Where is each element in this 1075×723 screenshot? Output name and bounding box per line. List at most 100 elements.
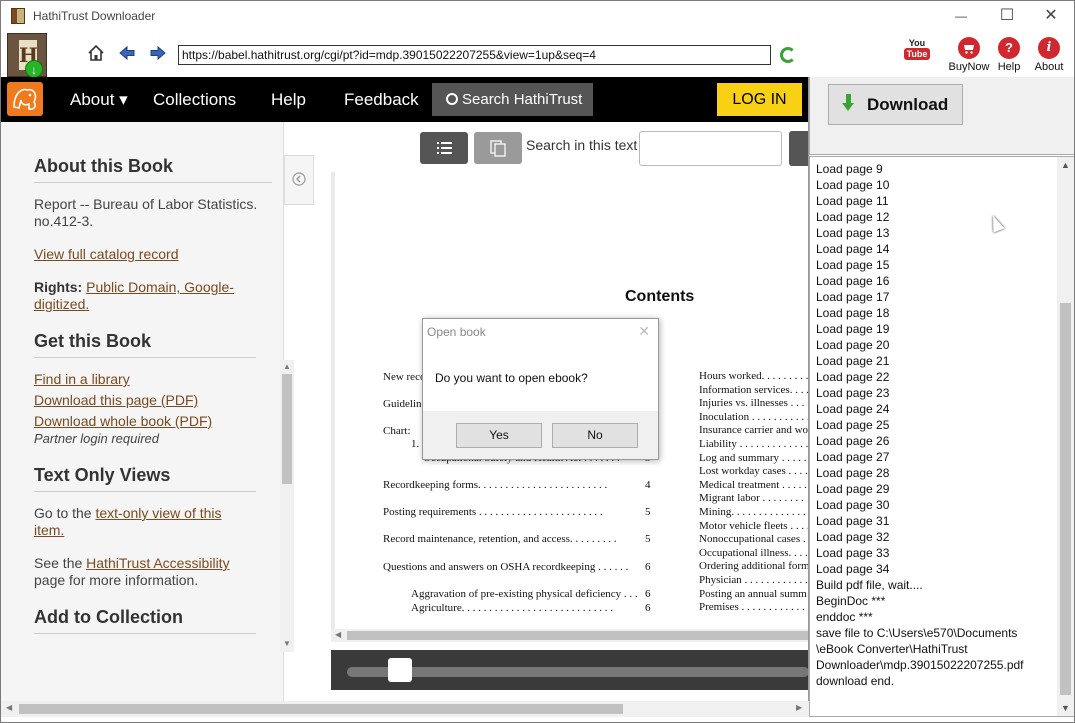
- youtube-label-top: You: [908, 38, 926, 48]
- toc-entry: Premises . . . . . . . . . . . .: [699, 601, 805, 614]
- log-line: Load page 33: [816, 546, 890, 560]
- log-line: Load page 18: [816, 306, 890, 320]
- toc-page-number: 6: [645, 602, 651, 614]
- log-line: download end.: [816, 674, 895, 688]
- accessibility-link[interactable]: HathiTrust Accessibility: [86, 555, 229, 571]
- log-line: Load page 17: [816, 290, 890, 304]
- chevron-left-icon: [292, 172, 306, 186]
- toc-entry: Record maintenance, retention, and acces…: [383, 533, 617, 545]
- toc-entry: Log and summary . . . . . .: [699, 451, 809, 464]
- cart-icon: [958, 37, 980, 59]
- catalog-link[interactable]: View full catalog record: [34, 246, 264, 263]
- back-button[interactable]: [116, 44, 138, 66]
- view-pages-button[interactable]: [474, 132, 522, 164]
- toc-entry: Injuries vs. illnesses . . .: [699, 397, 805, 410]
- buynow-label: BuyNow: [948, 61, 990, 73]
- divider: [34, 182, 272, 183]
- log-line: Build pdf file, wait....: [816, 578, 923, 592]
- minimize-button[interactable]: —: [938, 1, 984, 31]
- sidebar-scrollbar[interactable]: ▲ ▼: [280, 360, 294, 652]
- nav-about[interactable]: About ▾: [70, 90, 128, 110]
- download-log[interactable]: Load page 9 Load page 10 Load page 11 Load …: [809, 156, 1074, 717]
- log-line: enddoc ***: [816, 610, 873, 624]
- toc-entry: Motor vehicle fleets . . . .: [699, 519, 809, 532]
- buynow-button[interactable]: BuyNow: [948, 37, 990, 73]
- toc-entry: Physician . . . . . . . . . . . .: [699, 574, 808, 586]
- close-button[interactable]: ✕: [1028, 1, 1074, 31]
- yes-button[interactable]: Yes: [456, 423, 542, 448]
- nav-feedback[interactable]: Feedback: [344, 90, 419, 110]
- contents-title: Contents: [625, 288, 695, 305]
- app-logo: H ↓: [7, 33, 47, 78]
- app-icon: [11, 8, 25, 24]
- info-icon: i: [1038, 37, 1060, 59]
- toc-entry: Migrant labor . . . . . . . .: [699, 492, 804, 505]
- book-sidebar: About this Book Report -- Bureau of Labo…: [1, 122, 284, 702]
- toc-entry: New reco: [383, 371, 426, 383]
- partner-login-note: Partner login required: [34, 431, 160, 446]
- toc-entry: Hours worked. . . . . . . . .: [699, 370, 809, 382]
- about-button[interactable]: i About: [1033, 37, 1065, 73]
- forward-arrow-icon: [150, 45, 166, 61]
- url-input[interactable]: https://babel.hathitrust.org/cgi/pt?id=m…: [178, 45, 771, 65]
- log-line: Load page 26: [816, 434, 890, 448]
- download-panel: Download: [809, 77, 1074, 155]
- divider: [34, 633, 256, 634]
- login-button[interactable]: LOG IN: [717, 83, 802, 116]
- toc-entry: Medical treatment . . . . .: [699, 478, 807, 491]
- toc-entry: Posting an annual summ: [699, 587, 807, 600]
- view-list-button[interactable]: [420, 132, 468, 164]
- page-horizontal-scrollbar[interactable]: ◀: [331, 629, 808, 642]
- home-button[interactable]: [85, 44, 107, 66]
- find-library-link[interactable]: Find in a library: [34, 371, 264, 388]
- log-line: Load page 29: [816, 482, 890, 496]
- dialog-close-icon[interactable]: ✕: [638, 323, 650, 340]
- nav-collections[interactable]: Collections: [153, 90, 236, 110]
- download-page-link[interactable]: Download this page (PDF): [34, 392, 264, 409]
- toc-page-number: 6: [645, 588, 651, 600]
- toc-entry: Lost workday cases . . . .: [699, 465, 808, 478]
- scrollbar-thumb[interactable]: [1060, 303, 1071, 695]
- toc-entry: Posting requirements . . . . . . . . . .…: [383, 506, 603, 518]
- toc-entry: Recordkeeping forms. . . . . . . . . . .…: [383, 479, 608, 491]
- log-line: Load page 9: [816, 162, 883, 176]
- log-scrollbar[interactable]: ▲ ▼: [1057, 157, 1074, 716]
- scrollbar-thumb[interactable]: [19, 704, 623, 714]
- about-book-heading: About this Book: [34, 156, 173, 176]
- forward-button[interactable]: [147, 44, 169, 66]
- help-button[interactable]: ? Help: [996, 37, 1022, 73]
- toc-entry: Inoculation . . . . . . . . . . .: [699, 410, 809, 423]
- get-book-heading: Get this Book: [34, 331, 152, 351]
- nav-help[interactable]: Help: [271, 90, 306, 110]
- open-book-dialog: Open book ✕ Do you want to open ebook? Y…: [422, 318, 659, 460]
- toc-entry: Guideline: [383, 398, 427, 410]
- download-arrow-icon: [842, 94, 854, 114]
- toc-entry: Occupational illness. . . .: [699, 546, 808, 559]
- hathitrust-logo-icon[interactable]: [7, 82, 43, 116]
- download-book-link[interactable]: Download whole book (PDF): [34, 413, 264, 430]
- refresh-icon[interactable]: [780, 47, 796, 63]
- toc-page-number: 6: [645, 561, 651, 573]
- search-text-go-button[interactable]: [789, 131, 808, 166]
- download-button[interactable]: Download: [828, 84, 963, 125]
- log-line: Load page 30: [816, 498, 890, 512]
- log-line: Load page 12: [816, 210, 890, 224]
- search-text-input[interactable]: [639, 131, 782, 166]
- back-arrow-icon: [119, 45, 135, 61]
- about-label: About: [1034, 61, 1064, 73]
- search-hathitrust-button[interactable]: Search HathiTrust: [432, 83, 593, 116]
- maximize-button[interactable]: ☐: [984, 1, 1030, 31]
- youtube-button[interactable]: You Tube: [904, 38, 930, 66]
- collapse-sidebar-button[interactable]: [284, 155, 314, 205]
- page-slider-track[interactable]: [347, 667, 808, 677]
- page-slider-bar: [331, 650, 808, 690]
- log-line: Load page 20: [816, 338, 890, 352]
- scrollbar-thumb[interactable]: [282, 374, 292, 484]
- browser-horizontal-scrollbar[interactable]: ◀ ▶: [1, 701, 809, 717]
- page-slider-knob[interactable]: [388, 658, 412, 682]
- scrollbar-thumb[interactable]: [347, 631, 808, 640]
- log-line: Load page 19: [816, 322, 890, 336]
- no-button[interactable]: No: [552, 423, 638, 448]
- question-icon: ?: [998, 37, 1020, 59]
- log-line: Downloader\mdp.39015022207255.pdf: [816, 658, 1024, 672]
